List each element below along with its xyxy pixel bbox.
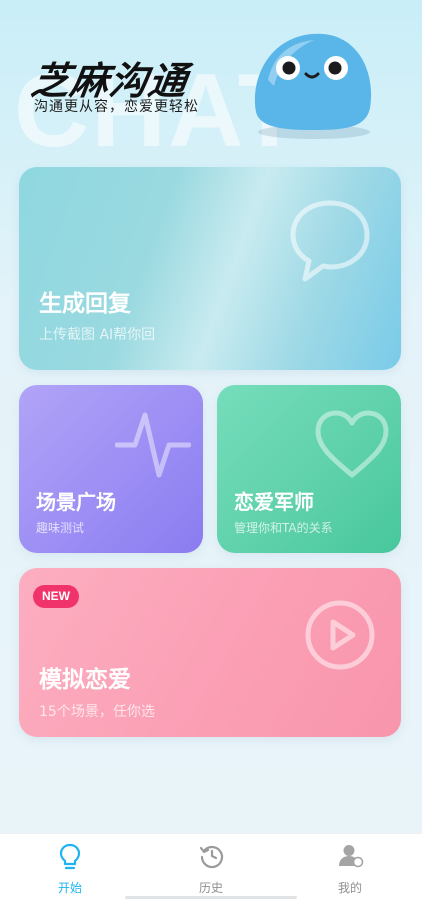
heart-icon	[315, 410, 389, 478]
tab-history[interactable]: 历史	[161, 834, 261, 901]
app-subtitle: 沟通更从容，恋爱更轻松	[34, 99, 199, 115]
love-advisor-card[interactable]: 恋爱军师 管理你和TA的关系	[217, 385, 401, 553]
tab-history-label: 历史	[198, 881, 223, 895]
scene-plaza-title: 场景广场	[36, 490, 116, 514]
scene-plaza-subtitle: 趣味测试	[36, 521, 85, 535]
tab-mine[interactable]: 我的	[300, 834, 400, 901]
tab-start[interactable]: 开始	[20, 834, 120, 901]
mascot-blob-icon	[254, 33, 372, 139]
generate-reply-card[interactable]: 生成回复 上传截图 AI帮你回	[19, 167, 401, 370]
bottom-tab-bar: 开始 历史 我的	[0, 833, 422, 901]
pulse-icon	[115, 412, 191, 478]
tab-start-label: 开始	[57, 881, 82, 895]
simulated-love-title: 模拟恋爱	[39, 667, 131, 693]
scene-plaza-card[interactable]: 场景广场 趣味测试	[19, 385, 203, 553]
generate-reply-subtitle: 上传截图 AI帮你回	[39, 327, 156, 343]
lightbulb-icon	[59, 843, 81, 870]
history-icon	[199, 845, 224, 869]
love-advisor-subtitle: 管理你和TA的关系	[234, 521, 333, 535]
love-advisor-title: 恋爱军师	[234, 490, 314, 514]
play-icon	[305, 600, 375, 670]
user-icon	[339, 845, 364, 868]
chat-bubble-icon	[290, 200, 370, 282]
simulated-love-card[interactable]: NEW 模拟恋爱 15个场景，任你选	[19, 568, 401, 737]
generate-reply-title: 生成回复	[39, 291, 131, 317]
new-badge: NEW	[33, 585, 79, 608]
simulated-love-subtitle: 15个场景，任你选	[39, 704, 155, 720]
tab-mine-label: 我的	[337, 881, 362, 895]
home-indicator	[125, 896, 297, 899]
